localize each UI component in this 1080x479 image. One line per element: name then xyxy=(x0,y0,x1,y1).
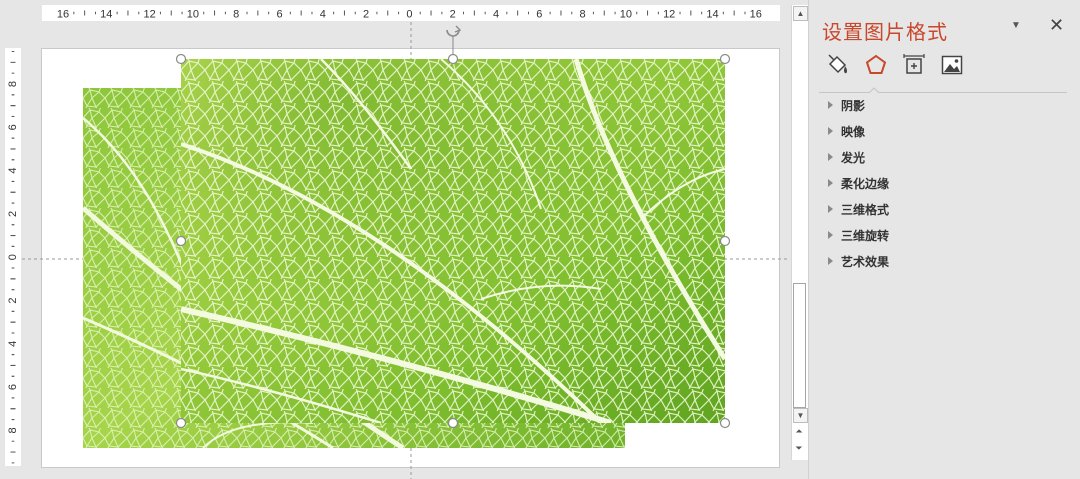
section-reflection[interactable]: 映像 xyxy=(809,123,1080,149)
section-3d-format[interactable]: 三维格式 xyxy=(809,201,1080,227)
size-position-icon xyxy=(903,54,925,74)
format-picture-pane: 设置图片格式 ▼ ✕ 阴影 映像 发光 柔化边缘 三维格式 三维旋转 艺术效果 xyxy=(808,0,1080,479)
picture-selection-frame xyxy=(175,25,731,429)
tab-size-properties[interactable] xyxy=(901,52,927,78)
section-label: 柔化边缘 xyxy=(841,177,890,191)
expand-arrow-icon xyxy=(828,231,833,239)
scroll-up-arrow-icon[interactable]: ▲ xyxy=(793,6,808,21)
section-label: 艺术效果 xyxy=(841,255,890,269)
section-glow[interactable]: 发光 xyxy=(809,149,1080,175)
paint-bucket-icon xyxy=(828,54,847,74)
resize-handle-top-right[interactable] xyxy=(719,53,731,65)
active-tab-pointer xyxy=(869,87,879,94)
scroll-thumb[interactable] xyxy=(793,283,806,408)
resize-handle-bottom-left[interactable] xyxy=(175,417,187,429)
section-list: 阴影 映像 发光 柔化边缘 三维格式 三维旋转 艺术效果 xyxy=(809,97,1080,279)
section-label: 三维旋转 xyxy=(841,229,890,243)
section-shadow[interactable]: 阴影 xyxy=(809,97,1080,123)
resize-handle-right[interactable] xyxy=(719,235,731,247)
resize-handle-top-left[interactable] xyxy=(175,53,187,65)
vertical-scrollbar[interactable]: ▲ ▼ xyxy=(791,5,808,460)
next-slide-icon[interactable]: ⏷ xyxy=(791,441,807,455)
expand-arrow-icon xyxy=(828,179,833,187)
section-label: 发光 xyxy=(841,151,866,165)
scroll-down-arrow-icon[interactable]: ▼ xyxy=(793,408,808,423)
pentagon-icon xyxy=(865,54,887,74)
pane-title: 设置图片格式 xyxy=(822,22,948,44)
expand-arrow-icon xyxy=(828,153,833,161)
expand-arrow-icon xyxy=(828,101,833,109)
rotate-handle[interactable] xyxy=(446,25,462,37)
resize-handle-bottom[interactable] xyxy=(447,417,459,429)
section-label: 映像 xyxy=(841,125,866,139)
picture-icon xyxy=(941,55,963,75)
resize-handle-top[interactable] xyxy=(447,53,459,65)
tab-effects[interactable] xyxy=(863,52,889,78)
expand-arrow-icon xyxy=(828,257,833,265)
previous-slide-icon[interactable]: ⏶ xyxy=(791,424,807,438)
section-label: 阴影 xyxy=(841,99,866,113)
dropdown-arrow-icon[interactable]: ▼ xyxy=(1011,20,1021,31)
section-soft-edges[interactable]: 柔化边缘 xyxy=(809,175,1080,201)
resize-handle-bottom-right[interactable] xyxy=(719,417,731,429)
slide-workspace: 16 14 12 10 8 6 4 2 0 2 4 6 8 10 12 14 16 864202468 xyxy=(0,0,808,479)
resize-handle-left[interactable] xyxy=(175,235,187,247)
tab-divider xyxy=(819,92,1067,93)
expand-arrow-icon xyxy=(828,127,833,135)
close-icon[interactable]: ✕ xyxy=(1049,16,1064,34)
section-3d-rotation[interactable]: 三维旋转 xyxy=(809,227,1080,253)
tab-fill-line[interactable] xyxy=(825,52,851,78)
section-artistic-effects[interactable]: 艺术效果 xyxy=(809,253,1080,279)
section-label: 三维格式 xyxy=(841,203,890,217)
expand-arrow-icon xyxy=(828,205,833,213)
tab-picture[interactable] xyxy=(939,52,965,78)
